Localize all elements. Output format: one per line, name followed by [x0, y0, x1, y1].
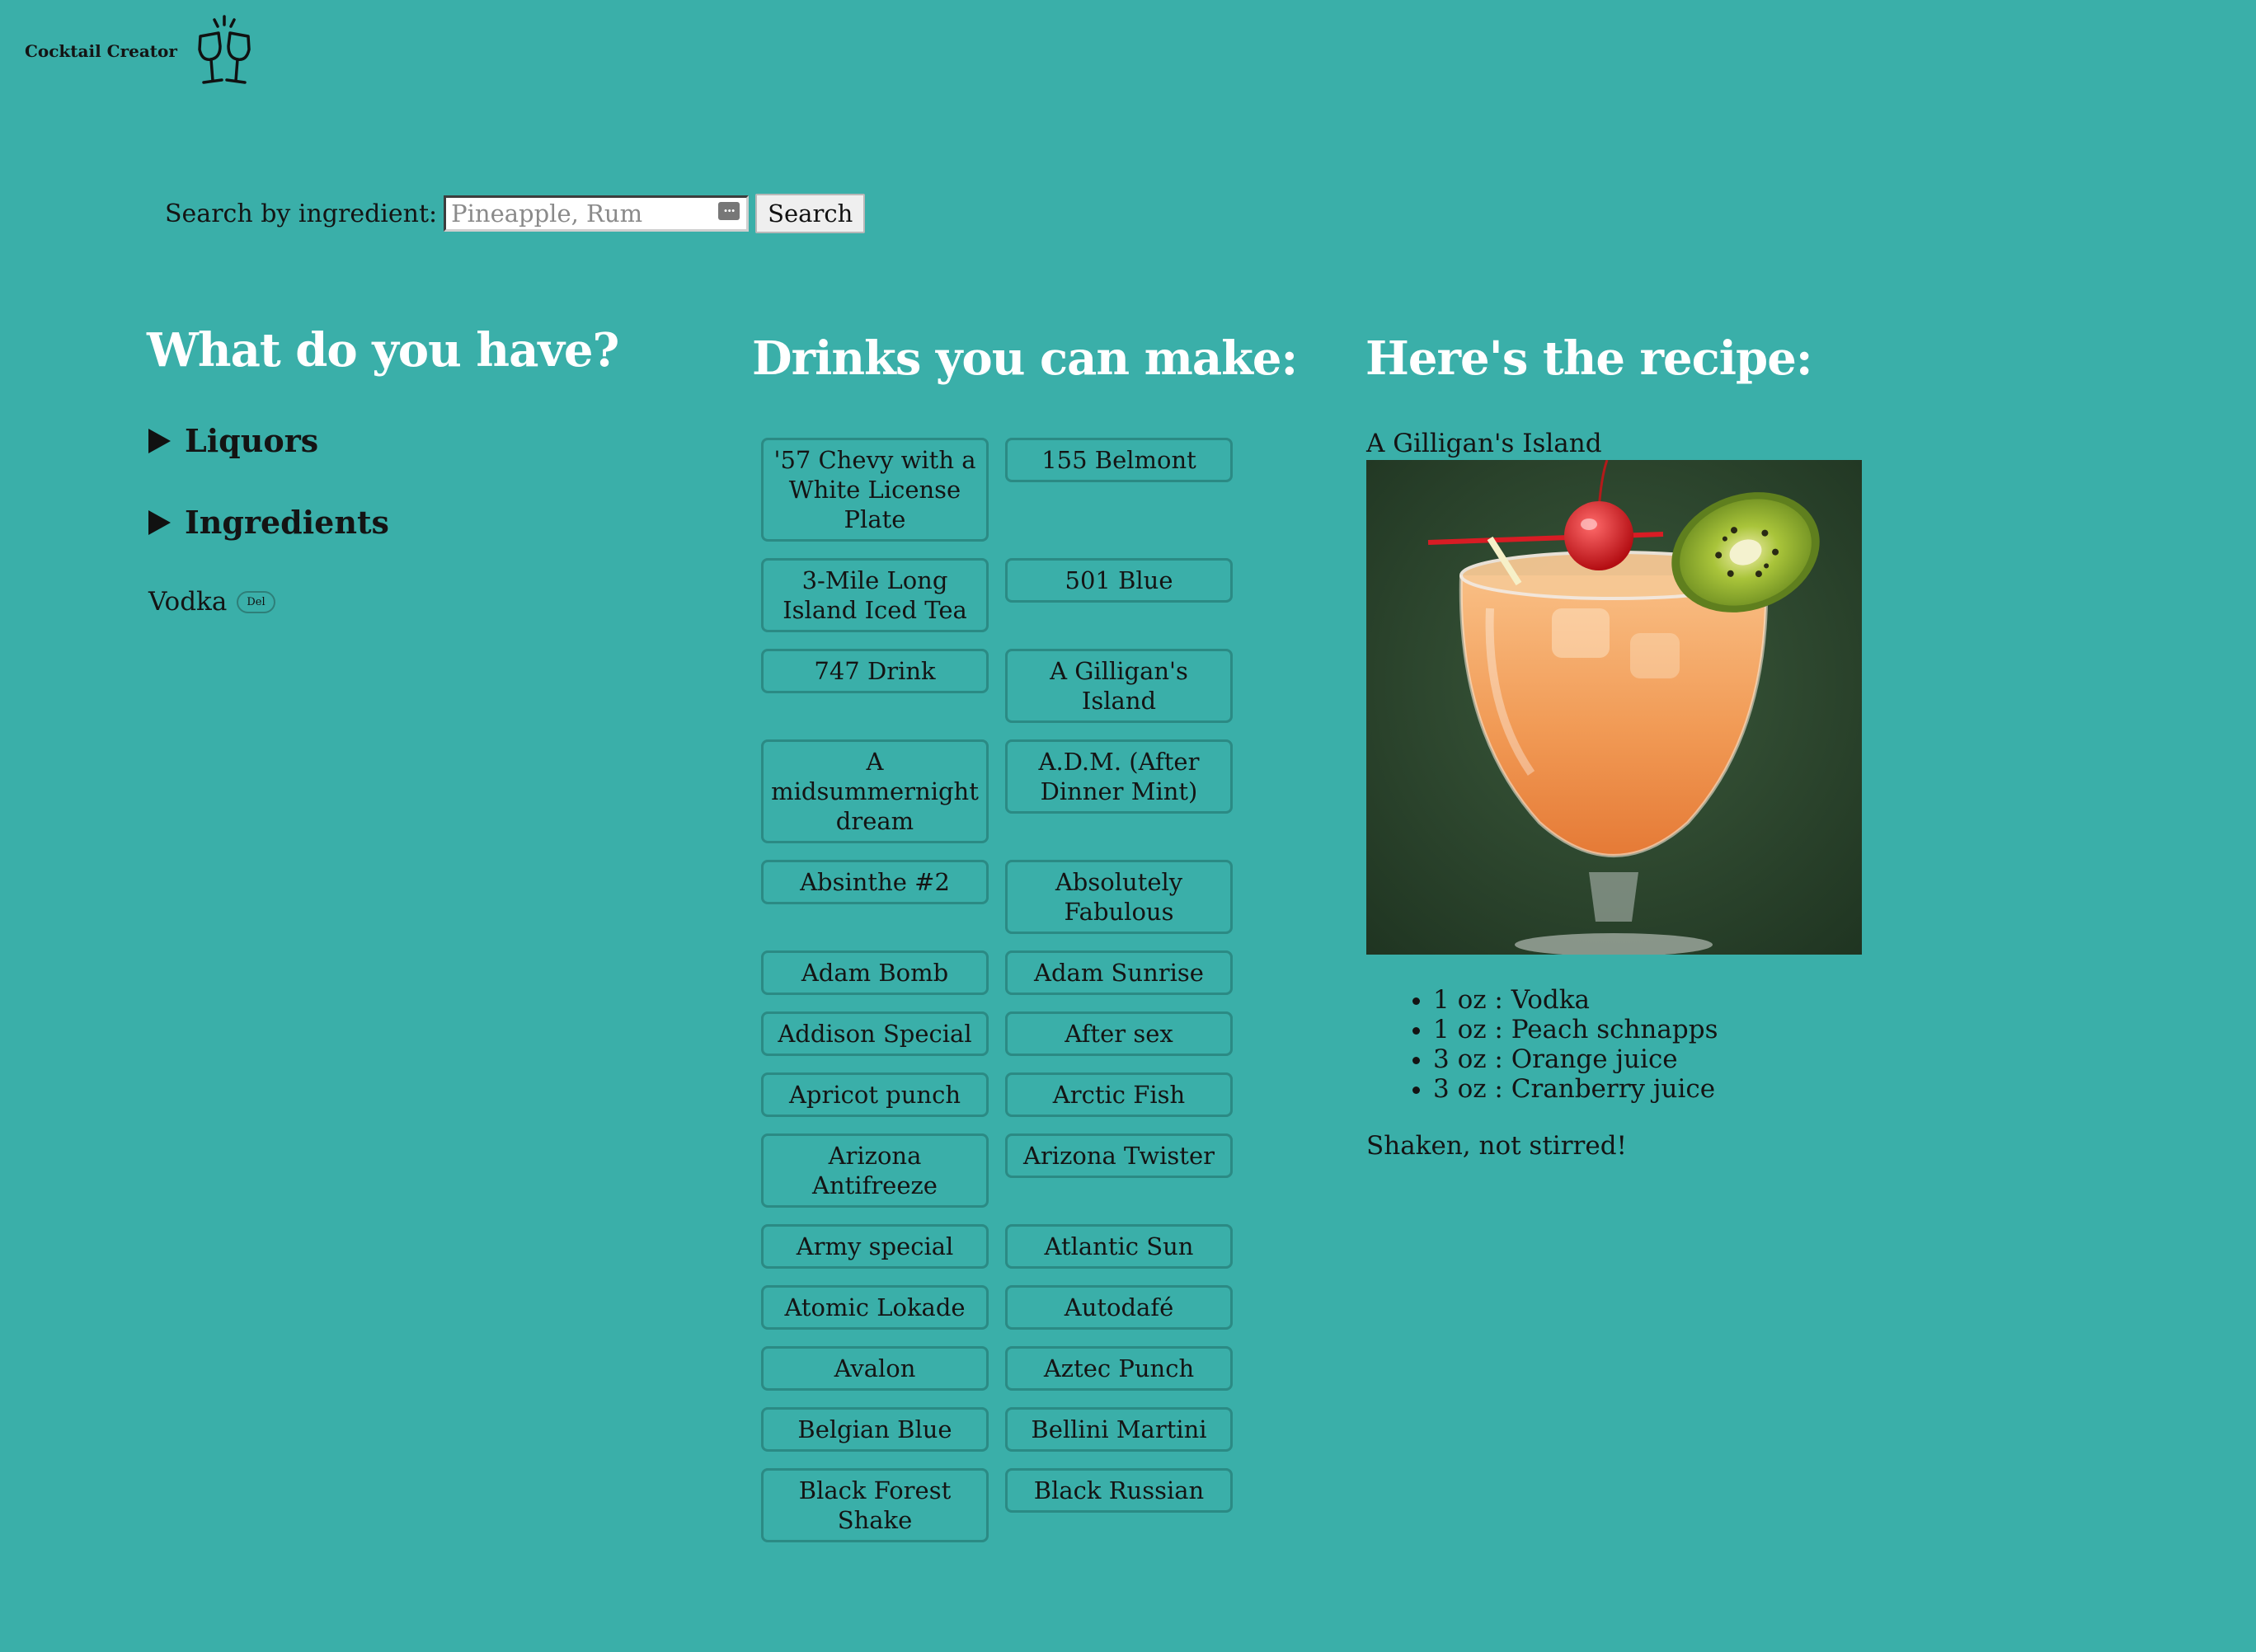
drink-button[interactable]: 155 Belmont [1005, 438, 1233, 482]
liquors-disclosure[interactable]: Liquors [148, 422, 318, 459]
drink-button[interactable]: Arizona Twister [1005, 1133, 1233, 1178]
heading-drinks-you-can-make: Drinks you can make: [752, 331, 1298, 386]
drink-button[interactable]: '57 Chevy with a White License Plate [761, 438, 989, 542]
drink-button[interactable]: Adam Sunrise [1005, 950, 1233, 995]
drink-button[interactable]: Atomic Lokade [761, 1285, 989, 1330]
drink-button[interactable]: Autodafé [1005, 1285, 1233, 1330]
search-button[interactable]: Search [755, 194, 866, 233]
selected-ingredient: Vodka Del [148, 587, 275, 617]
drink-button[interactable]: A Gilligan's Island [1005, 649, 1233, 723]
disclosure-triangle-icon [148, 428, 171, 453]
recipe-ingredient: 3 oz : Orange juice [1433, 1044, 1718, 1074]
recipe-ingredient-list: 1 oz : Vodka 1 oz : Peach schnapps 3 oz … [1366, 985, 1718, 1104]
search-label: Search by ingredient: [165, 199, 438, 228]
drink-button[interactable]: Apricot punch [761, 1072, 989, 1117]
delete-ingredient-button[interactable]: Del [237, 590, 275, 613]
recipe-ingredient: 1 oz : Vodka [1433, 985, 1718, 1015]
recipe-ingredient: 1 oz : Peach schnapps [1433, 1015, 1718, 1044]
recipe-instructions: Shaken, not stirred! [1366, 1131, 1627, 1161]
drink-button[interactable]: Black Forest Shake [761, 1468, 989, 1542]
autofill-icon[interactable]: ... [718, 201, 740, 220]
heading-what-do-you-have: What do you have? [147, 323, 619, 378]
drink-button[interactable]: After sex [1005, 1011, 1233, 1056]
clinking-glasses-icon [189, 12, 271, 91]
drink-button[interactable]: Absinthe #2 [761, 860, 989, 904]
liquors-label: Liquors [185, 422, 319, 459]
recipe-ingredient: 3 oz : Cranberry juice [1433, 1074, 1718, 1104]
search-bar: Search by ingredient: ... Search [165, 193, 866, 234]
drink-button[interactable]: Arctic Fish [1005, 1072, 1233, 1117]
drink-button[interactable]: Absolutely Fabulous [1005, 860, 1233, 934]
ingredients-label: Ingredients [185, 504, 389, 541]
drink-photo [1366, 460, 1862, 955]
drink-button[interactable]: Aztec Punch [1005, 1346, 1233, 1391]
drink-button[interactable]: Army special [761, 1224, 989, 1269]
drink-button[interactable]: 747 Drink [761, 649, 989, 693]
drink-button[interactable]: A.D.M. (After Dinner Mint) [1005, 739, 1233, 814]
drink-button[interactable]: Bellini Martini [1005, 1407, 1233, 1452]
heading-recipe: Here's the recipe: [1365, 331, 1813, 386]
drink-button[interactable]: 3-Mile Long Island Iced Tea [761, 558, 989, 632]
disclosure-triangle-icon [148, 509, 171, 535]
drink-button[interactable]: Arizona Antifreeze [761, 1133, 989, 1208]
drink-button[interactable]: 501 Blue [1005, 558, 1233, 603]
drink-button[interactable]: Avalon [761, 1346, 989, 1391]
recipe-drink-name: A Gilligan's Island [1366, 429, 1602, 458]
drink-button[interactable]: Addison Special [761, 1011, 989, 1056]
ingredients-disclosure[interactable]: Ingredients [148, 504, 389, 541]
drink-button[interactable]: Black Russian [1005, 1468, 1233, 1513]
selected-ingredient-name: Vodka [148, 587, 228, 617]
app-brand: Cocktail Creator [25, 12, 271, 91]
search-input[interactable] [446, 198, 747, 229]
drink-button[interactable]: Adam Bomb [761, 950, 989, 995]
drink-button[interactable]: Belgian Blue [761, 1407, 989, 1452]
drink-button[interactable]: A midsummernight dream [761, 739, 989, 843]
drink-button[interactable]: Atlantic Sun [1005, 1224, 1233, 1269]
search-box: ... [444, 195, 750, 232]
drink-list: '57 Chevy with a White License Plate 155… [761, 438, 1234, 1542]
app-title: Cocktail Creator [25, 41, 177, 61]
